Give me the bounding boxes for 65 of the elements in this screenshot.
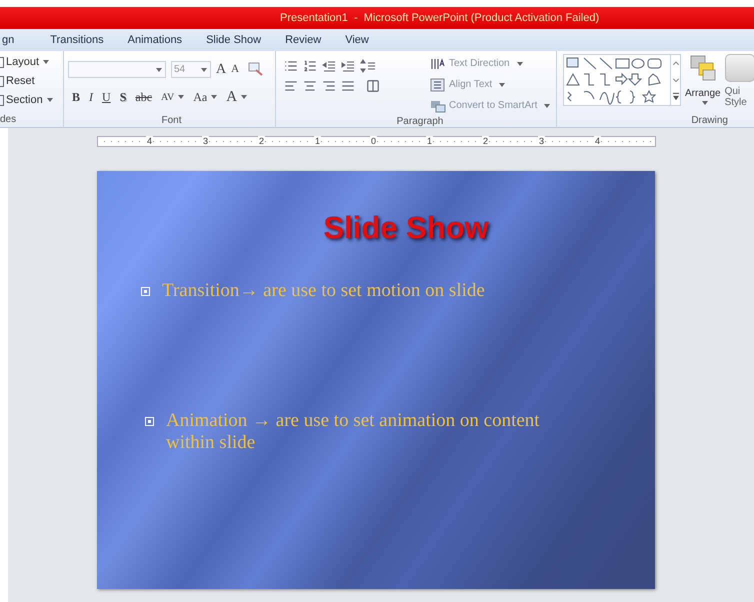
ruler-number: 1: [312, 137, 322, 146]
format-button[interactable]: S: [120, 88, 126, 106]
shrink-font-button[interactable]: A: [231, 61, 240, 78]
ruler-number: 2: [480, 137, 490, 146]
justify-icon[interactable]: [341, 79, 355, 93]
quick-styles-button[interactable]: Qui Style: [724, 54, 754, 108]
format-button[interactable]: A: [226, 86, 248, 108]
bullet-icon: [141, 286, 150, 296]
format-button[interactable]: B: [72, 88, 80, 106]
caret-icon: [43, 60, 50, 64]
group-label: Paragraph: [396, 114, 444, 128]
arrange-icon: [688, 54, 717, 82]
decrease-indent-icon[interactable]: [322, 59, 336, 73]
columns-icon[interactable]: [366, 79, 380, 93]
caret-icon: [211, 95, 218, 100]
clear-formatting-icon[interactable]: [248, 62, 264, 77]
ribbon-tab[interactable]: gn: [0, 29, 38, 51]
bullet-list-icon[interactable]: [284, 59, 298, 73]
ribbon-tab[interactable]: Animations: [116, 29, 194, 51]
align-center-icon[interactable]: [303, 79, 317, 93]
caret-icon: [702, 101, 708, 105]
group-label: des: [0, 113, 18, 127]
arrange-button[interactable]: Arrange: [685, 54, 721, 105]
caret-icon: [46, 98, 53, 102]
caret-icon: [241, 95, 248, 100]
bullet-text: Transition→ are use to set motion on slide: [162, 280, 485, 302]
caret-icon: [156, 68, 162, 72]
ruler-number: 1: [424, 137, 434, 146]
quick-styles-icon: [724, 54, 754, 82]
ruler-number: 4: [592, 137, 602, 146]
line-spacing-icon[interactable]: [360, 59, 376, 73]
ruler-number: 0: [368, 137, 378, 146]
format-button[interactable]: abc: [135, 88, 152, 106]
numbered-list-icon[interactable]: [303, 59, 317, 73]
caret-icon: [499, 82, 506, 86]
bullet-icon: [145, 416, 154, 426]
caret-icon: [201, 68, 207, 72]
caret-icon: [178, 95, 184, 100]
format-button[interactable]: AV: [161, 90, 184, 105]
increase-indent-icon[interactable]: [341, 59, 355, 73]
ribbon-tab[interactable]: Transitions: [38, 29, 116, 51]
font-name-field[interactable]: [68, 61, 166, 78]
ruler-number: 4: [144, 137, 154, 146]
caret-icon: [544, 104, 550, 108]
ribbon-tab[interactable]: Slide Show: [194, 29, 274, 51]
group-label: Font: [161, 114, 182, 128]
slide-command-button[interactable]: Reset: [0, 73, 63, 89]
align-left-icon[interactable]: [284, 79, 298, 93]
grow-font-button[interactable]: A: [216, 59, 226, 80]
align-right-icon[interactable]: [322, 79, 336, 93]
ruler-number: 2: [256, 137, 266, 146]
ruler-number: 3: [200, 137, 210, 146]
slide-command-button[interactable]: Layout: [0, 54, 63, 70]
ribbon-tab[interactable]: Review: [273, 29, 334, 51]
ribbon-tab[interactable]: View: [333, 29, 381, 51]
format-button[interactable]: U: [102, 88, 111, 106]
slide-title: Slide Show: [323, 209, 489, 247]
format-button[interactable]: I: [89, 88, 94, 106]
slide-command-button[interactable]: Section: [0, 92, 63, 108]
window-title: Presentation1 - Microsoft PowerPoint (Product Activation Failed): [280, 10, 600, 26]
group-label: Drawing: [691, 114, 728, 127]
ruler-number: 3: [536, 137, 546, 146]
caret-icon: [516, 62, 523, 66]
bullet-text: Animation → are use to set animation on content within slide: [166, 410, 541, 454]
format-button[interactable]: Aa: [193, 88, 218, 106]
